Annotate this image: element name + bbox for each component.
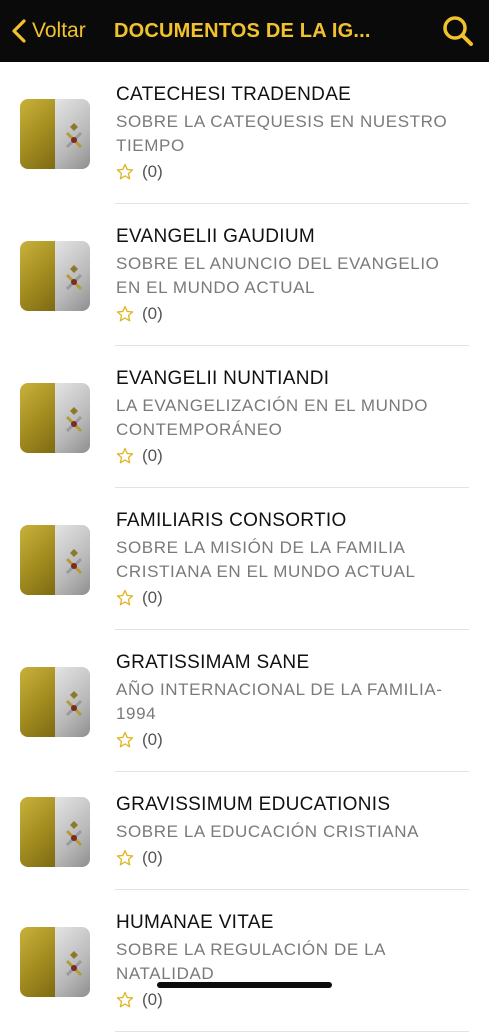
document-title: GRATISSIMAM SANE: [116, 652, 310, 673]
star-outline-icon[interactable]: [116, 849, 134, 867]
document-title: CATECHESI TRADENDAE: [116, 84, 352, 105]
vatican-flag-icon: [20, 383, 90, 453]
rating: (0): [116, 586, 467, 610]
list-item[interactable]: EVANGELII NUNTIANDI LA EVANGELIZACIÓN EN …: [0, 346, 489, 488]
document-subtitle: SOBRE LA REGULACIÓN DE LA NATALIDAD: [116, 940, 386, 983]
star-outline-icon[interactable]: [116, 163, 134, 181]
document-title: GRAVISSIMUM EDUCATIONIS: [116, 794, 391, 815]
vatican-flag-icon: [20, 99, 90, 169]
document-subtitle: AÑO INTERNACIONAL DE LA FAMILIA-1994: [116, 680, 443, 723]
list-item[interactable]: EVANGELII GAUDIUM SOBRE EL ANUNCIO DEL EV…: [0, 204, 489, 346]
rating-count: (0): [142, 730, 163, 749]
document-subtitle: SOBRE EL ANUNCIO DEL EVANGELIO EN EL MUN…: [116, 254, 440, 297]
list-item[interactable]: GRAVISSIMUM EDUCATIONIS SOBRE LA EDUCACIÓ…: [0, 772, 489, 890]
document-title: HUMANAE VITAE: [116, 912, 274, 933]
rating-count: (0): [142, 990, 163, 1009]
document-title: EVANGELII NUNTIANDI: [116, 368, 330, 389]
document-text: EVANGELII GAUDIUM SOBRE EL ANUNCIO DEL EV…: [116, 226, 467, 326]
rating-count: (0): [142, 304, 163, 323]
rating: (0): [116, 988, 467, 1012]
rating-count: (0): [142, 588, 163, 607]
vatican-flag-icon: [20, 797, 90, 867]
document-subtitle: SOBRE LA CATEQUESIS EN NUESTRO TIEMPO: [116, 112, 448, 155]
document-text: FAMILIARIS CONSORTIO SOBRE LA MISIÓN DE L…: [116, 510, 467, 610]
star-outline-icon[interactable]: [116, 589, 134, 607]
document-title: FAMILIARIS CONSORTIO: [116, 510, 347, 531]
vatican-flag-icon: [20, 667, 90, 737]
search-icon[interactable]: [441, 14, 475, 48]
home-indicator[interactable]: [157, 982, 332, 988]
document-subtitle: LA EVANGELIZACIÓN EN EL MUNDO CONTEMPORÁ…: [116, 396, 429, 439]
document-text: CATECHESI TRADENDAE SOBRE LA CATEQUESIS E…: [116, 84, 467, 184]
rating-count: (0): [142, 446, 163, 465]
star-outline-icon[interactable]: [116, 731, 134, 749]
document-text: GRATISSIMAM SANE AÑO INTERNACIONAL DE LA …: [116, 652, 467, 752]
star-outline-icon[interactable]: [116, 447, 134, 465]
back-label: Voltar: [32, 19, 86, 42]
vatican-flag-icon: [20, 525, 90, 595]
rating-count: (0): [142, 848, 163, 867]
star-outline-icon[interactable]: [116, 991, 134, 1009]
document-text: GRAVISSIMUM EDUCATIONIS SOBRE LA EDUCACIÓ…: [116, 794, 467, 870]
document-text: EVANGELII NUNTIANDI LA EVANGELIZACIÓN EN …: [116, 368, 467, 468]
vatican-flag-icon: [20, 927, 90, 997]
rating: (0): [116, 846, 467, 870]
document-text: HUMANAE VITAE SOBRE LA REGULACIÓN DE LA N…: [116, 912, 467, 1012]
document-title: EVANGELII GAUDIUM: [116, 226, 316, 247]
document-subtitle: SOBRE LA MISIÓN DE LA FAMILIA CRISTIANA …: [116, 538, 416, 581]
rating: (0): [116, 728, 467, 752]
rating-count: (0): [142, 162, 163, 181]
list-item[interactable]: HUMANAE VITAE SOBRE LA REGULACIÓN DE LA N…: [0, 890, 489, 1032]
list-item[interactable]: CATECHESI TRADENDAE SOBRE LA CATEQUESIS E…: [0, 62, 489, 204]
rating: (0): [116, 302, 467, 326]
navigation-bar: Voltar DOCUMENTOS DE LA IG...: [0, 0, 489, 62]
rating: (0): [116, 160, 467, 184]
list-item[interactable]: GRATISSIMAM SANE AÑO INTERNACIONAL DE LA …: [0, 630, 489, 772]
vatican-flag-icon: [20, 241, 90, 311]
page-title: DOCUMENTOS DE LA IG...: [114, 20, 371, 42]
back-button[interactable]: Voltar: [10, 0, 86, 62]
document-list: CATECHESI TRADENDAE SOBRE LA CATEQUESIS E…: [0, 62, 489, 1032]
rating: (0): [116, 444, 467, 468]
chevron-left-icon: [12, 19, 26, 43]
list-item[interactable]: FAMILIARIS CONSORTIO SOBRE LA MISIÓN DE L…: [0, 488, 489, 630]
star-outline-icon[interactable]: [116, 305, 134, 323]
document-subtitle: SOBRE LA EDUCACIÓN CRISTIANA: [116, 822, 420, 841]
